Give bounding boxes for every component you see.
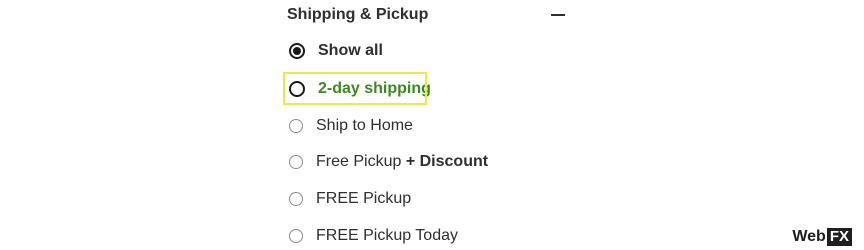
radio-option-free-pickup-discount[interactable]: Free Pickup + Discount — [289, 149, 488, 175]
highlight-annotation-box — [283, 72, 427, 105]
radio-option-free-pickup[interactable]: FREE Pickup — [289, 186, 411, 212]
option-label-plus: + — [405, 153, 416, 170]
minus-icon[interactable] — [551, 14, 565, 16]
logo-text-left: Web — [792, 228, 826, 245]
option-label-ship-to-home: Ship to Home — [316, 117, 413, 134]
radio-option-ship-to-home[interactable]: Ship to Home — [289, 113, 413, 139]
radio-unselected-icon[interactable] — [289, 229, 303, 243]
option-label-prefix: Free Pickup — [316, 153, 402, 170]
logo-text-box: FX — [826, 228, 852, 246]
radio-unselected-icon[interactable] — [289, 119, 303, 133]
shipping-pickup-page: Shipping & Pickup Show all 2-day shippin… — [0, 0, 864, 250]
option-label-free-pickup-discount: Free Pickup + Discount — [316, 153, 488, 171]
option-label-suffix: Discount — [419, 153, 489, 170]
radio-selected-icon[interactable] — [289, 43, 305, 59]
option-label-free-pickup-today: FREE Pickup Today — [316, 227, 458, 244]
facet-header[interactable]: Shipping & Pickup — [287, 4, 567, 28]
option-label-show-all: Show all — [318, 42, 383, 59]
radio-option-free-pickup-today[interactable]: FREE Pickup Today — [289, 223, 458, 249]
webfx-logo: Web FX — [792, 228, 852, 246]
radio-option-show-all[interactable]: Show all — [289, 38, 383, 64]
radio-unselected-icon[interactable] — [289, 192, 303, 206]
option-label-free-pickup: FREE Pickup — [316, 190, 412, 207]
radio-unselected-icon[interactable] — [289, 155, 303, 169]
facet-title: Shipping & Pickup — [287, 6, 429, 23]
